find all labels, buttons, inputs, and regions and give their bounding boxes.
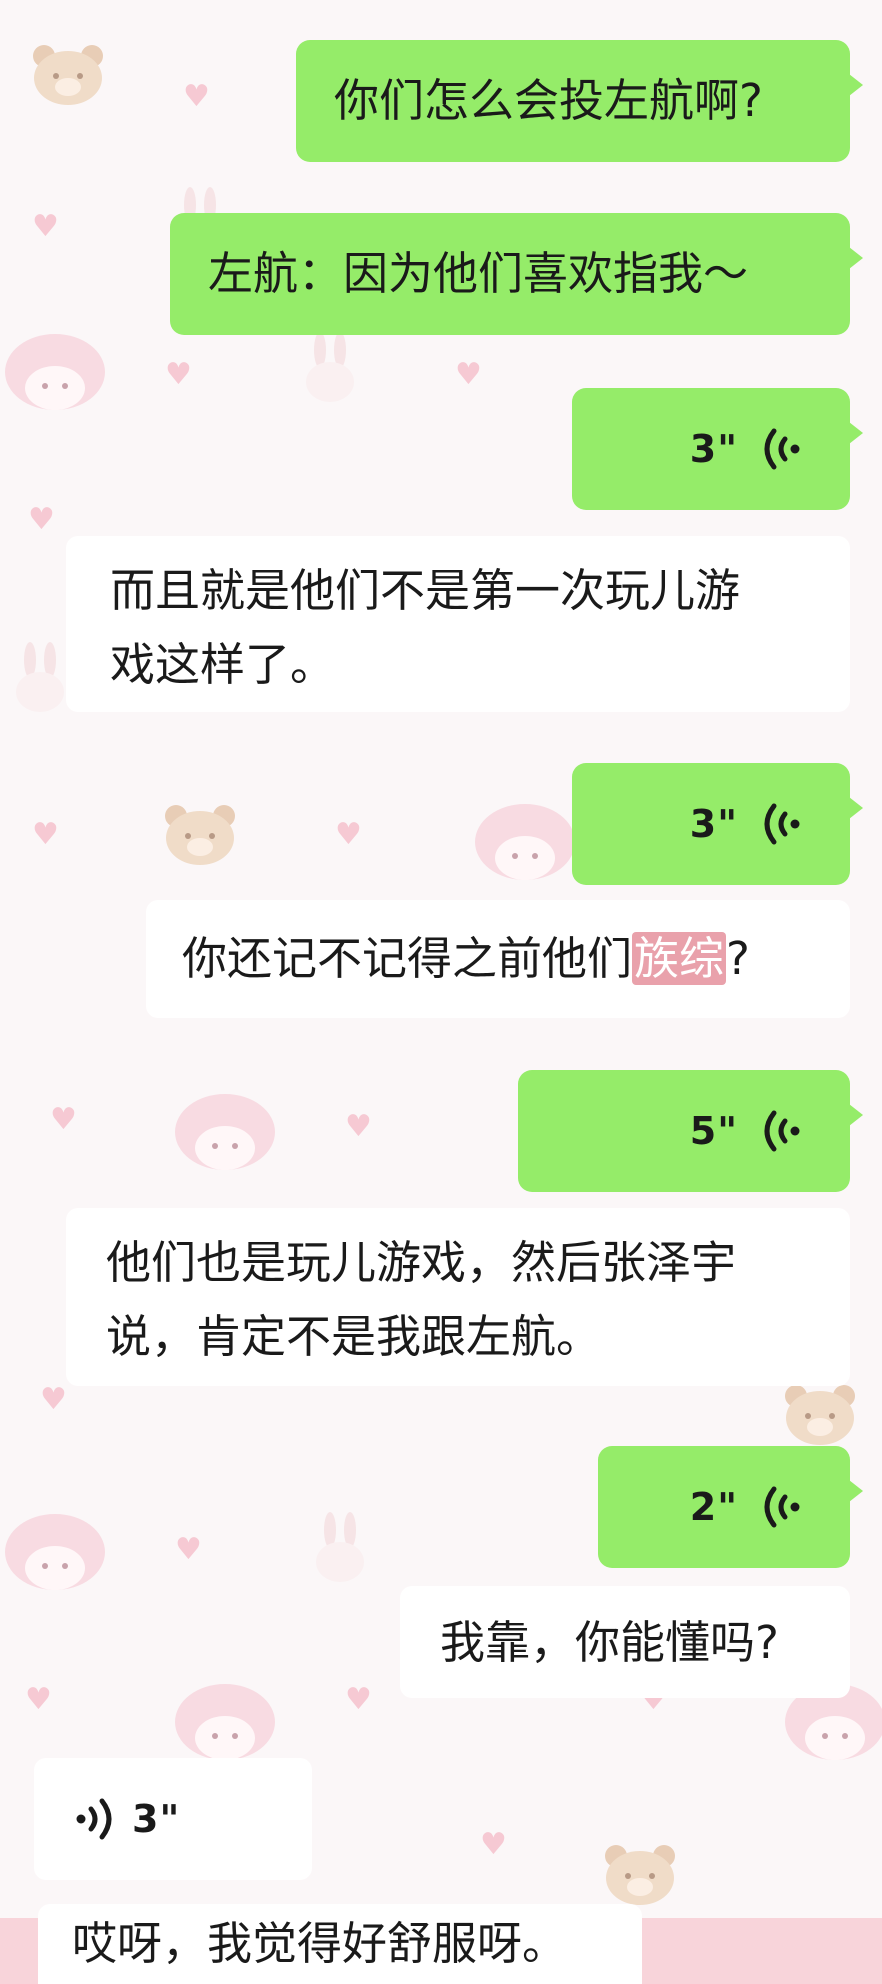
message-text: 你还记不记得之前他们 [182,932,633,985]
outgoing-text-message[interactable]: 你们怎么会投左航啊? [296,40,863,162]
message-text: 你们怎么会投左航啊? [334,74,763,127]
bunny-icon [316,1512,364,1582]
bear-icon [33,45,103,105]
heart-icon: ♥ [165,357,192,392]
heart-icon: ♥ [32,817,59,852]
voice-duration: 3" [132,1797,181,1841]
voice-duration: 5" [689,1109,738,1153]
outgoing-voice-message[interactable]: 3" [572,763,863,885]
melody-icon [5,1514,105,1590]
heart-icon: ♥ [480,1827,507,1862]
incoming-voice-message[interactable]: 3" [34,1758,312,1880]
message-text-line: 他们也是玩儿游戏，然后张泽宇 [106,1236,737,1289]
message-text: 左航：因为他们喜欢指我～ [208,247,749,300]
incoming-text-message[interactable]: 我靠，你能懂吗? [400,1586,850,1698]
bear-icon [165,805,235,865]
voice-wave-icon [764,1486,800,1528]
voice-duration: 3" [689,802,738,846]
heart-icon: ♥ [25,1682,52,1717]
voice-wave-icon [76,1798,112,1840]
voice-duration: 3" [689,427,738,471]
bunny-icon [16,642,64,712]
outgoing-voice-message[interactable]: 5" [518,1070,863,1192]
heart-icon: ♥ [175,1532,202,1567]
voice-wave-icon [764,428,800,470]
melody-icon [175,1094,275,1170]
bear-icon [785,1385,855,1445]
incoming-text-message[interactable]: 他们也是玩儿游戏，然后张泽宇 说，肯定不是我跟左航。 [66,1208,850,1386]
voice-wave-icon [764,803,800,845]
message-text: 我靠，你能懂吗? [440,1616,779,1669]
heart-icon: ♥ [28,502,55,537]
message-text-line: 而且就是他们不是第一次玩儿游 [110,564,741,617]
outgoing-text-message[interactable]: 左航：因为他们喜欢指我～ [170,213,863,335]
heart-icon: ♥ [40,1382,67,1417]
melody-icon [175,1684,275,1760]
melody-icon [5,334,105,410]
voice-wave-icon [764,1110,800,1152]
message-text: ? [726,932,750,985]
heart-icon: ♥ [183,79,210,114]
outgoing-voice-message[interactable]: 2" [598,1446,863,1568]
voice-duration: 2" [689,1485,738,1529]
heart-icon: ♥ [50,1102,77,1137]
bear-icon [605,1845,675,1905]
incoming-text-message[interactable]: 你还记不记得之前他们族综? [146,900,850,1018]
bunny-icon [306,332,354,402]
heart-icon: ♥ [455,357,482,392]
incoming-text-message[interactable]: 哎呀，我觉得好舒服呀。 [38,1904,642,1984]
outgoing-voice-message[interactable]: 3" [572,388,863,510]
melody-icon [475,804,575,880]
heart-icon: ♥ [345,1109,372,1144]
message-text-line: 说，肯定不是我跟左航。 [106,1310,602,1363]
incoming-text-message[interactable]: 而且就是他们不是第一次玩儿游 戏这样了。 [66,536,850,712]
heart-icon: ♥ [32,209,59,244]
heart-icon: ♥ [345,1682,372,1717]
heart-icon: ♥ [335,817,362,852]
highlighted-word: 族综 [632,932,727,985]
message-text-line: 戏这样了。 [110,638,336,691]
message-text: 哎呀，我觉得好舒服呀。 [72,1917,568,1970]
